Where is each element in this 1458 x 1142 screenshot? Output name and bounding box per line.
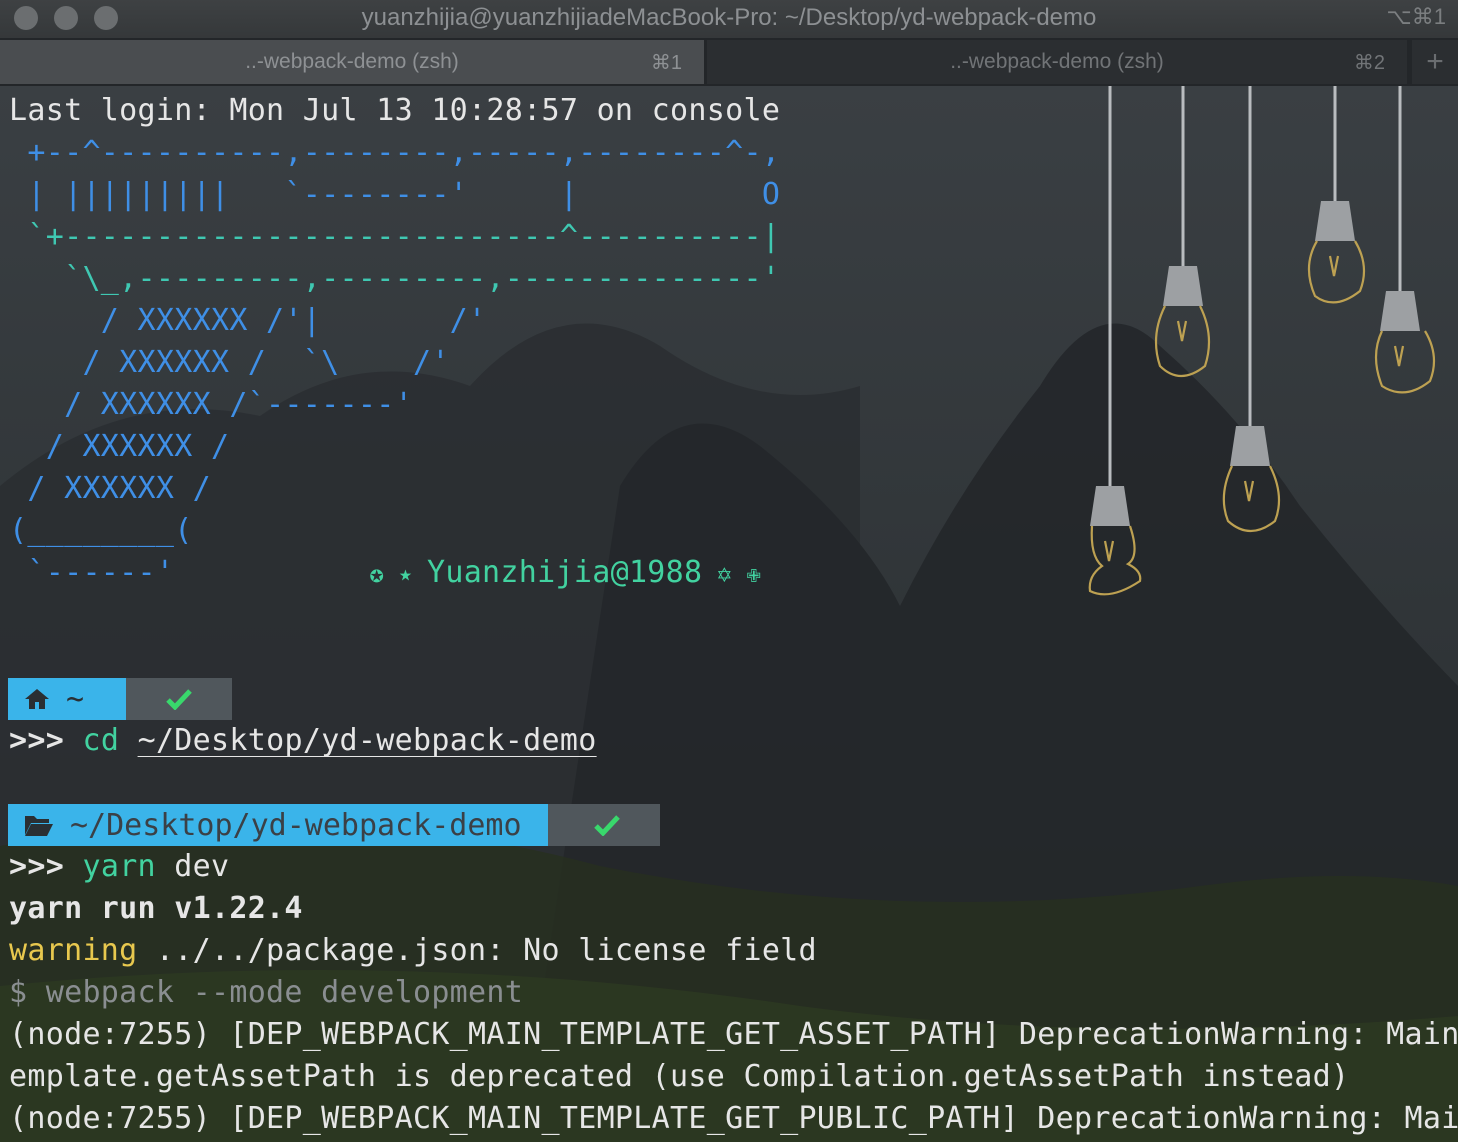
- tab-label: ..-webpack-demo (zsh): [245, 50, 459, 73]
- prompt-arrows: >>>: [9, 723, 65, 758]
- ascii-art-line: / XXXXXX /: [9, 429, 230, 464]
- ascii-art-line: / XXXXXX /`-------': [9, 387, 413, 422]
- tab-label: ..-webpack-demo (zsh): [950, 50, 1164, 73]
- ascii-art-line: +--^----------,--------,-----,--------^-…: [9, 135, 781, 170]
- command-argument: dev: [155, 849, 230, 884]
- signature-name: Yuanzhijia@1988: [426, 555, 703, 590]
- deprecation-line: (node:7255) [DEP_WEBPACK_MAIN_TEMPLATE_G…: [9, 1017, 1458, 1052]
- home-icon: [25, 689, 49, 709]
- warning-text: ../../package.json: No license field: [137, 933, 817, 968]
- command-line: >>> yarn dev: [9, 846, 229, 888]
- tab-bar: ..-webpack-demo (zsh) ⌘1 ..-webpack-demo…: [0, 38, 1458, 86]
- command-argument: ~/Desktop/yd-webpack-demo: [137, 723, 597, 758]
- title-bar: yuanzhijia@yuanzhijiadeMacBook-Pro: ~/De…: [0, 0, 1458, 38]
- command-name: yarn: [82, 849, 156, 884]
- new-tab-button[interactable]: +: [1412, 40, 1458, 84]
- tab-2[interactable]: ..-webpack-demo (zsh) ⌘2: [707, 40, 1407, 84]
- ascii-art-line: | ||||||||| `--------' | O: [9, 177, 781, 212]
- window-title: yuanzhijia@yuanzhijiadeMacBook-Pro: ~/De…: [361, 4, 1097, 31]
- terminal-output[interactable]: Last login: Mon Jul 13 10:28:57 on conso…: [0, 86, 1458, 1142]
- window-shortcut: ⌥⌘1: [1386, 4, 1446, 29]
- warning-label: warning: [9, 933, 138, 968]
- yarn-run-line: yarn run v1.22.4: [9, 891, 303, 926]
- deprecation-line: (node:7255) [DEP_WEBPACK_MAIN_TEMPLATE_G…: [9, 1101, 1458, 1136]
- tab-shortcut: ⌘1: [650, 51, 682, 74]
- command-line: >>> cd ~/Desktop/yd-webpack-demo: [9, 720, 597, 762]
- ascii-art-line: / XXXXXX /'| /': [9, 303, 487, 338]
- warning-line: warning ../../package.json: No license f…: [9, 930, 817, 972]
- ascii-art-line: / XXXXXX /: [9, 471, 211, 506]
- ascii-art-line: `------': [9, 555, 175, 590]
- last-login-line: Last login: Mon Jul 13 10:28:57 on conso…: [9, 93, 781, 128]
- prompt-arrows: >>>: [9, 849, 65, 884]
- ascii-art-line: (________(: [9, 513, 193, 548]
- ascii-art-line: / XXXXXX / `\ /': [9, 345, 450, 380]
- prompt-path: ~/Desktop/yd-webpack-demo: [70, 807, 522, 843]
- ascii-art-line: `\_,---------,---------,--------------': [9, 261, 781, 296]
- prompt-segment: ~/Desktop/yd-webpack-demo: [8, 804, 660, 846]
- star-icon: ✡ ✙: [702, 560, 762, 588]
- prompt-segment: ~: [8, 678, 232, 720]
- deprecation-line: emplate.getAssetPath is deprecated (use …: [9, 1059, 1350, 1094]
- webpack-command-line: $ webpack --mode development: [9, 975, 524, 1010]
- ascii-art-line: `+---------------------------^----------…: [9, 219, 781, 254]
- check-icon: [594, 815, 620, 836]
- folder-open-icon: [25, 816, 53, 836]
- tab-1[interactable]: ..-webpack-demo (zsh) ⌘1: [0, 40, 704, 84]
- check-icon: [166, 689, 192, 710]
- tab-shortcut: ⌘2: [1353, 51, 1385, 74]
- command-name: cd: [82, 723, 120, 758]
- prompt-path: ~: [66, 681, 85, 717]
- signature-line: ✪ ⭑ Yuanzhijia@1988 ✡ ✙: [296, 510, 761, 637]
- star-icon: ✪ ⭑: [369, 560, 427, 588]
